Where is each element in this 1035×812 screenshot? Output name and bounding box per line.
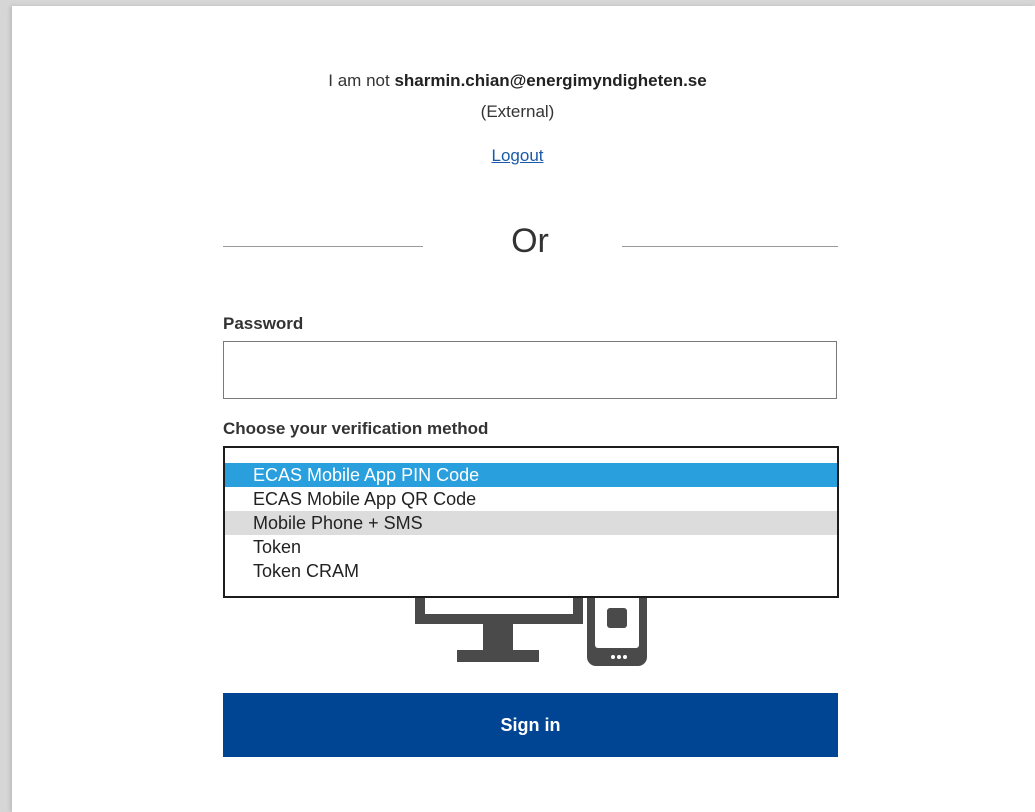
password-label: Password xyxy=(223,314,304,333)
login-panel xyxy=(12,6,1035,812)
identity-type: (External) xyxy=(480,102,555,121)
logout-link[interactable]: Logout xyxy=(492,146,544,165)
verification-option-ecas-qr[interactable]: ECAS Mobile App QR Code xyxy=(225,487,837,511)
identity-prefix: I am not xyxy=(328,71,390,90)
or-divider-label: Or xyxy=(511,222,549,260)
sign-in-button[interactable]: Sign in xyxy=(223,693,838,757)
logout-container: Logout xyxy=(0,146,1035,166)
divider-line-right xyxy=(622,246,838,247)
identity-line: I am not sharmin.chian@energimyndigheten… xyxy=(0,70,1035,92)
verification-option-token-cram[interactable]: Token CRAM xyxy=(225,559,837,583)
verification-option-token[interactable]: Token xyxy=(225,535,837,559)
identity-email: sharmin.chian@energimyndigheten.se xyxy=(394,71,707,90)
divider-line-left xyxy=(223,246,423,247)
verification-option-sms[interactable]: Mobile Phone + SMS xyxy=(225,511,837,535)
verification-method-listbox[interactable]: ECAS Mobile App PIN Code ECAS Mobile App… xyxy=(223,446,839,598)
verification-option-ecas-pin[interactable]: ECAS Mobile App PIN Code xyxy=(225,463,837,487)
password-input[interactable] xyxy=(223,341,837,399)
verification-method-label: Choose your verification method xyxy=(223,419,489,438)
